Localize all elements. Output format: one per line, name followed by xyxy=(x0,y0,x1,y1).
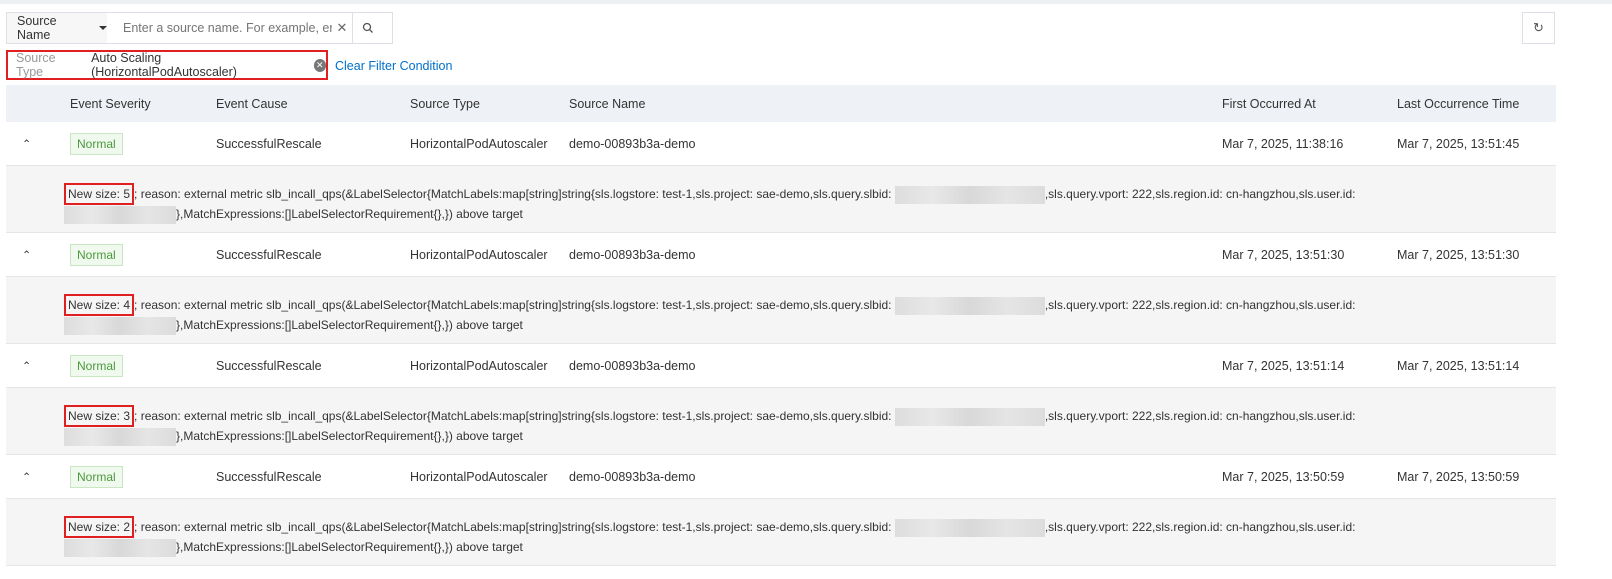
source-name: demo-00893b3a-demo xyxy=(569,247,696,262)
first-occurred: Mar 7, 2025, 13:50:59 xyxy=(1222,469,1345,484)
new-size-highlight: New size: 3 xyxy=(64,405,135,427)
new-size-highlight: New size: 5 xyxy=(64,183,135,205)
detail-text: ; reason: external metric slb_incall_qps… xyxy=(134,520,895,534)
source-type: HorizontalPodAutoscaler xyxy=(410,247,548,262)
filter-tag: Source Type Auto Scaling (HorizontalPodA… xyxy=(6,50,328,80)
clear-icon[interactable]: ✕ xyxy=(332,20,352,36)
new-size-highlight: New size: 2 xyxy=(64,516,135,538)
detail-text: ,sls.query.vport: 222,sls.region.id: cn-… xyxy=(1044,409,1356,423)
last-occurrence: Mar 7, 2025, 13:51:14 xyxy=(1397,358,1520,373)
filter-key: Source Type xyxy=(16,51,56,79)
header-source-type: Source Type xyxy=(410,96,480,111)
redacted-user-id xyxy=(64,205,176,224)
search-input[interactable] xyxy=(107,13,332,43)
severity-badge: Normal xyxy=(70,243,123,266)
event-row: ⌃ Normal SuccessfulRescale HorizontalPod… xyxy=(6,455,1556,499)
event-cause: SuccessfulRescale xyxy=(216,247,322,262)
detail-text: ,sls.query.vport: 222,sls.region.id: cn-… xyxy=(1044,187,1356,201)
chevron-up-icon[interactable]: ⌃ xyxy=(22,248,31,261)
caret-down-icon xyxy=(99,26,107,30)
chevron-up-icon[interactable]: ⌃ xyxy=(22,359,31,372)
chevron-up-icon[interactable]: ⌃ xyxy=(22,137,31,150)
event-row: ⌃ Normal SuccessfulRescale HorizontalPod… xyxy=(6,122,1556,166)
redacted-user-id xyxy=(64,427,176,446)
event-detail: New size: 5; reason: external metric slb… xyxy=(6,166,1556,233)
redacted-user-id xyxy=(64,316,176,335)
severity-badge: Normal xyxy=(70,132,123,155)
first-occurred: Mar 7, 2025, 11:38:16 xyxy=(1222,136,1344,151)
detail-text: ; reason: external metric slb_incall_qps… xyxy=(134,187,895,201)
header-first-occurred: First Occurred At xyxy=(1222,96,1316,111)
header-severity: Event Severity xyxy=(70,96,151,111)
redacted-user-id xyxy=(64,538,176,557)
detail-text: },MatchExpressions:[]LabelSelectorRequir… xyxy=(176,207,523,221)
event-detail: New size: 4; reason: external metric slb… xyxy=(6,277,1556,344)
search-button[interactable] xyxy=(352,13,382,43)
source-name-selector[interactable]: Source Name xyxy=(7,13,107,43)
chevron-up-icon[interactable]: ⌃ xyxy=(22,470,31,483)
filter-value: Auto Scaling (HorizontalPodAutoscaler) xyxy=(91,51,237,79)
event-detail: New size: 3; reason: external metric slb… xyxy=(6,388,1556,455)
detail-text: ,sls.query.vport: 222,sls.region.id: cn-… xyxy=(1044,520,1356,534)
last-occurrence: Mar 7, 2025, 13:51:45 xyxy=(1397,136,1520,151)
source-type: HorizontalPodAutoscaler xyxy=(410,358,548,373)
clear-filter-link[interactable]: Clear Filter Condition xyxy=(335,59,452,73)
event-detail: New size: 2; reason: external metric slb… xyxy=(6,499,1556,566)
source-type: HorizontalPodAutoscaler xyxy=(410,136,548,151)
new-size-highlight: New size: 4 xyxy=(64,294,135,316)
table-row: ⌃ Normal SuccessfulRescale HorizontalPod… xyxy=(6,455,1556,566)
source-name: demo-00893b3a-demo xyxy=(569,469,696,484)
last-occurrence: Mar 7, 2025, 13:51:30 xyxy=(1397,247,1520,262)
header-cause: Event Cause xyxy=(216,96,288,111)
event-cause: SuccessfulRescale xyxy=(216,469,322,484)
detail-text: ; reason: external metric slb_incall_qps… xyxy=(134,409,895,423)
last-occurrence: Mar 7, 2025, 13:50:59 xyxy=(1397,469,1520,484)
detail-text: ; reason: external metric slb_incall_qps… xyxy=(134,298,895,312)
source-type: HorizontalPodAutoscaler xyxy=(410,469,548,484)
refresh-button[interactable]: ↻ xyxy=(1522,12,1555,44)
detail-text: },MatchExpressions:[]LabelSelectorRequir… xyxy=(176,318,523,332)
redacted-slbid xyxy=(894,185,1045,204)
search-icon xyxy=(362,22,373,33)
redacted-slbid xyxy=(894,518,1045,537)
event-row: ⌃ Normal SuccessfulRescale HorizontalPod… xyxy=(6,344,1556,388)
table-header: Event Severity Event Cause Source Type S… xyxy=(6,85,1556,122)
table-row: ⌃ Normal SuccessfulRescale HorizontalPod… xyxy=(6,344,1556,455)
table-row: ⌃ Normal SuccessfulRescale HorizontalPod… xyxy=(6,233,1556,344)
refresh-icon: ↻ xyxy=(1533,20,1544,35)
search-bar: Source Name ✕ xyxy=(6,12,393,44)
detail-text: ,sls.query.vport: 222,sls.region.id: cn-… xyxy=(1044,298,1356,312)
source-name: demo-00893b3a-demo xyxy=(569,358,696,373)
top-strip xyxy=(0,0,1612,4)
severity-badge: Normal xyxy=(70,354,123,377)
redacted-slbid xyxy=(894,296,1045,315)
detail-text: },MatchExpressions:[]LabelSelectorRequir… xyxy=(176,429,523,443)
detail-text: },MatchExpressions:[]LabelSelectorRequir… xyxy=(176,540,523,554)
first-occurred: Mar 7, 2025, 13:51:14 xyxy=(1222,358,1345,373)
event-cause: SuccessfulRescale xyxy=(216,136,322,151)
header-last-occurrence: Last Occurrence Time xyxy=(1397,96,1520,111)
event-row: ⌃ Normal SuccessfulRescale HorizontalPod… xyxy=(6,233,1556,277)
remove-filter-icon[interactable]: ✕ xyxy=(313,58,327,72)
source-name: demo-00893b3a-demo xyxy=(569,136,696,151)
header-source-name: Source Name xyxy=(569,96,646,111)
table-row: ⌃ Normal SuccessfulRescale HorizontalPod… xyxy=(6,122,1556,233)
severity-badge: Normal xyxy=(70,465,123,488)
redacted-slbid xyxy=(894,407,1045,426)
selector-label: Source Name xyxy=(17,14,57,42)
event-cause: SuccessfulRescale xyxy=(216,358,322,373)
first-occurred: Mar 7, 2025, 13:51:30 xyxy=(1222,247,1345,262)
